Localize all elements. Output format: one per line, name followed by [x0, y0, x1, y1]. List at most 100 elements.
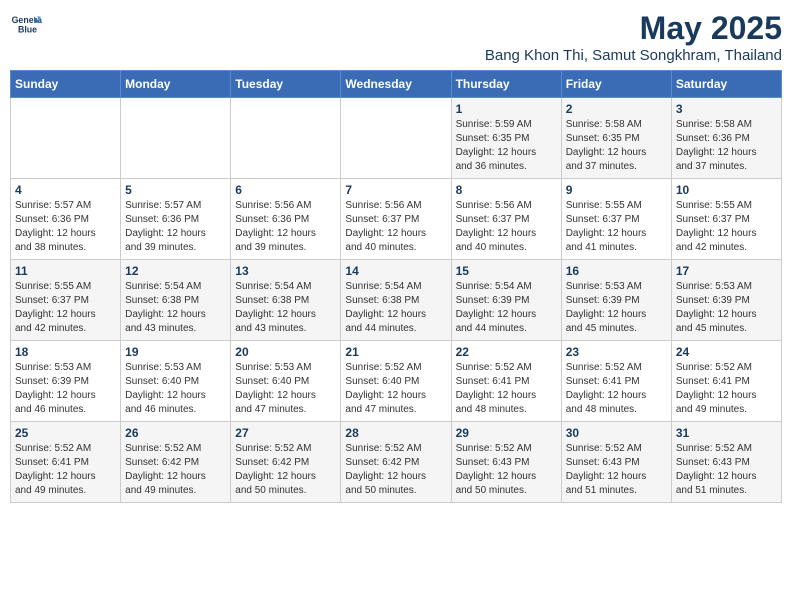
day-info: Sunrise: 5:52 AM Sunset: 6:42 PM Dayligh…: [235, 442, 336, 498]
title-area: May 2025 Bang Khon Thi, Samut Songkhram,…: [485, 10, 782, 64]
day-number: 14: [345, 264, 446, 278]
day-info: Sunrise: 5:52 AM Sunset: 6:43 PM Dayligh…: [676, 442, 777, 498]
subtitle: Bang Khon Thi, Samut Songkhram, Thailand: [485, 47, 782, 64]
day-info: Sunrise: 5:53 AM Sunset: 6:39 PM Dayligh…: [676, 280, 777, 336]
day-number: 19: [125, 345, 226, 359]
logo-icon: General Blue: [10, 10, 42, 42]
day-number: 17: [676, 264, 777, 278]
svg-text:General: General: [12, 15, 42, 25]
day-number: 2: [566, 102, 667, 116]
header-monday: Monday: [121, 71, 231, 98]
day-info: Sunrise: 5:56 AM Sunset: 6:36 PM Dayligh…: [235, 199, 336, 255]
day-cell: 24Sunrise: 5:52 AM Sunset: 6:41 PM Dayli…: [671, 341, 781, 422]
day-info: Sunrise: 5:53 AM Sunset: 6:39 PM Dayligh…: [566, 280, 667, 336]
week-row-1: 1 Sunrise: 5:59 AM Sunset: 6:35 PM Daylig…: [11, 98, 782, 179]
logo: General Blue: [10, 10, 42, 42]
calendar-body: 1 Sunrise: 5:59 AM Sunset: 6:35 PM Daylig…: [11, 98, 782, 503]
header-sunday: Sunday: [11, 71, 121, 98]
day-cell: 25 Sunrise: 5:52 AM Sunset: 6:41 PM Dayli…: [11, 422, 121, 503]
day-cell: 29 Sunrise: 5:52 AM Sunset: 6:43 PM Dayli…: [451, 422, 561, 503]
day-cell: 17 Sunrise: 5:53 AM Sunset: 6:39 PM Dayli…: [671, 260, 781, 341]
day-cell: 4Sunrise: 5:57 AM Sunset: 6:36 PM Daylig…: [11, 179, 121, 260]
day-info: Sunrise: 5:56 AM Sunset: 6:37 PM Dayligh…: [456, 199, 557, 255]
calendar-header-row: SundayMondayTuesdayWednesdayThursdayFrid…: [11, 71, 782, 98]
header-wednesday: Wednesday: [341, 71, 451, 98]
day-number: 29: [456, 426, 557, 440]
day-cell: 22Sunrise: 5:52 AM Sunset: 6:41 PM Dayli…: [451, 341, 561, 422]
day-info: Sunrise: 5:52 AM Sunset: 6:43 PM Dayligh…: [456, 442, 557, 498]
day-cell: 6 Sunrise: 5:56 AM Sunset: 6:36 PM Daylig…: [231, 179, 341, 260]
day-cell: 3 Sunrise: 5:58 AM Sunset: 6:36 PM Daylig…: [671, 98, 781, 179]
day-number: 3: [676, 102, 777, 116]
day-info: Sunrise: 5:55 AM Sunset: 6:37 PM Dayligh…: [15, 280, 116, 336]
day-info: Sunrise: 5:52 AM Sunset: 6:40 PM Dayligh…: [345, 361, 446, 417]
day-number: 23: [566, 345, 667, 359]
day-cell: [11, 98, 121, 179]
day-info: Sunrise: 5:59 AM Sunset: 6:35 PM Dayligh…: [456, 118, 557, 174]
day-info: Sunrise: 5:54 AM Sunset: 6:38 PM Dayligh…: [345, 280, 446, 336]
day-info: Sunrise: 5:57 AM Sunset: 6:36 PM Dayligh…: [125, 199, 226, 255]
day-info: Sunrise: 5:52 AM Sunset: 6:41 PM Dayligh…: [566, 361, 667, 417]
day-number: 30: [566, 426, 667, 440]
day-cell: 18Sunrise: 5:53 AM Sunset: 6:39 PM Dayli…: [11, 341, 121, 422]
day-info: Sunrise: 5:52 AM Sunset: 6:41 PM Dayligh…: [15, 442, 116, 498]
day-info: Sunrise: 5:52 AM Sunset: 6:41 PM Dayligh…: [676, 361, 777, 417]
day-cell: 30 Sunrise: 5:52 AM Sunset: 6:43 PM Dayli…: [561, 422, 671, 503]
day-cell: 12 Sunrise: 5:54 AM Sunset: 6:38 PM Dayli…: [121, 260, 231, 341]
calendar-table: SundayMondayTuesdayWednesdayThursdayFrid…: [10, 70, 782, 503]
day-number: 20: [235, 345, 336, 359]
day-number: 7: [345, 183, 446, 197]
day-info: Sunrise: 5:54 AM Sunset: 6:39 PM Dayligh…: [456, 280, 557, 336]
svg-text:Blue: Blue: [18, 24, 37, 34]
day-info: Sunrise: 5:54 AM Sunset: 6:38 PM Dayligh…: [235, 280, 336, 336]
day-number: 11: [15, 264, 116, 278]
day-info: Sunrise: 5:58 AM Sunset: 6:36 PM Dayligh…: [676, 118, 777, 174]
day-cell: 2 Sunrise: 5:58 AM Sunset: 6:35 PM Daylig…: [561, 98, 671, 179]
day-number: 5: [125, 183, 226, 197]
header-friday: Friday: [561, 71, 671, 98]
day-info: Sunrise: 5:53 AM Sunset: 6:40 PM Dayligh…: [125, 361, 226, 417]
day-number: 9: [566, 183, 667, 197]
day-info: Sunrise: 5:54 AM Sunset: 6:38 PM Dayligh…: [125, 280, 226, 336]
day-cell: 5 Sunrise: 5:57 AM Sunset: 6:36 PM Daylig…: [121, 179, 231, 260]
day-info: Sunrise: 5:55 AM Sunset: 6:37 PM Dayligh…: [566, 199, 667, 255]
day-cell: [231, 98, 341, 179]
day-number: 28: [345, 426, 446, 440]
day-number: 1: [456, 102, 557, 116]
day-number: 6: [235, 183, 336, 197]
week-row-4: 18Sunrise: 5:53 AM Sunset: 6:39 PM Dayli…: [11, 341, 782, 422]
day-number: 8: [456, 183, 557, 197]
day-info: Sunrise: 5:53 AM Sunset: 6:40 PM Dayligh…: [235, 361, 336, 417]
day-cell: 31 Sunrise: 5:52 AM Sunset: 6:43 PM Dayli…: [671, 422, 781, 503]
day-cell: 1 Sunrise: 5:59 AM Sunset: 6:35 PM Daylig…: [451, 98, 561, 179]
day-number: 18: [15, 345, 116, 359]
week-row-3: 11 Sunrise: 5:55 AM Sunset: 6:37 PM Dayli…: [11, 260, 782, 341]
day-info: Sunrise: 5:57 AM Sunset: 6:36 PM Dayligh…: [15, 199, 116, 255]
day-cell: 19 Sunrise: 5:53 AM Sunset: 6:40 PM Dayli…: [121, 341, 231, 422]
header-thursday: Thursday: [451, 71, 561, 98]
day-number: 13: [235, 264, 336, 278]
main-title: May 2025: [485, 10, 782, 47]
day-cell: [121, 98, 231, 179]
week-row-5: 25 Sunrise: 5:52 AM Sunset: 6:41 PM Dayli…: [11, 422, 782, 503]
day-number: 27: [235, 426, 336, 440]
day-cell: 11 Sunrise: 5:55 AM Sunset: 6:37 PM Dayli…: [11, 260, 121, 341]
day-cell: 13 Sunrise: 5:54 AM Sunset: 6:38 PM Dayli…: [231, 260, 341, 341]
day-info: Sunrise: 5:52 AM Sunset: 6:43 PM Dayligh…: [566, 442, 667, 498]
day-cell: 10Sunrise: 5:55 AM Sunset: 6:37 PM Dayli…: [671, 179, 781, 260]
week-row-2: 4Sunrise: 5:57 AM Sunset: 6:36 PM Daylig…: [11, 179, 782, 260]
day-number: 16: [566, 264, 667, 278]
day-info: Sunrise: 5:52 AM Sunset: 6:42 PM Dayligh…: [125, 442, 226, 498]
day-number: 12: [125, 264, 226, 278]
day-cell: 7 Sunrise: 5:56 AM Sunset: 6:37 PM Daylig…: [341, 179, 451, 260]
day-info: Sunrise: 5:58 AM Sunset: 6:35 PM Dayligh…: [566, 118, 667, 174]
day-number: 25: [15, 426, 116, 440]
day-number: 31: [676, 426, 777, 440]
day-info: Sunrise: 5:52 AM Sunset: 6:42 PM Dayligh…: [345, 442, 446, 498]
day-number: 10: [676, 183, 777, 197]
day-info: Sunrise: 5:56 AM Sunset: 6:37 PM Dayligh…: [345, 199, 446, 255]
day-number: 21: [345, 345, 446, 359]
day-cell: 20 Sunrise: 5:53 AM Sunset: 6:40 PM Dayli…: [231, 341, 341, 422]
header-tuesday: Tuesday: [231, 71, 341, 98]
day-cell: 14 Sunrise: 5:54 AM Sunset: 6:38 PM Dayli…: [341, 260, 451, 341]
